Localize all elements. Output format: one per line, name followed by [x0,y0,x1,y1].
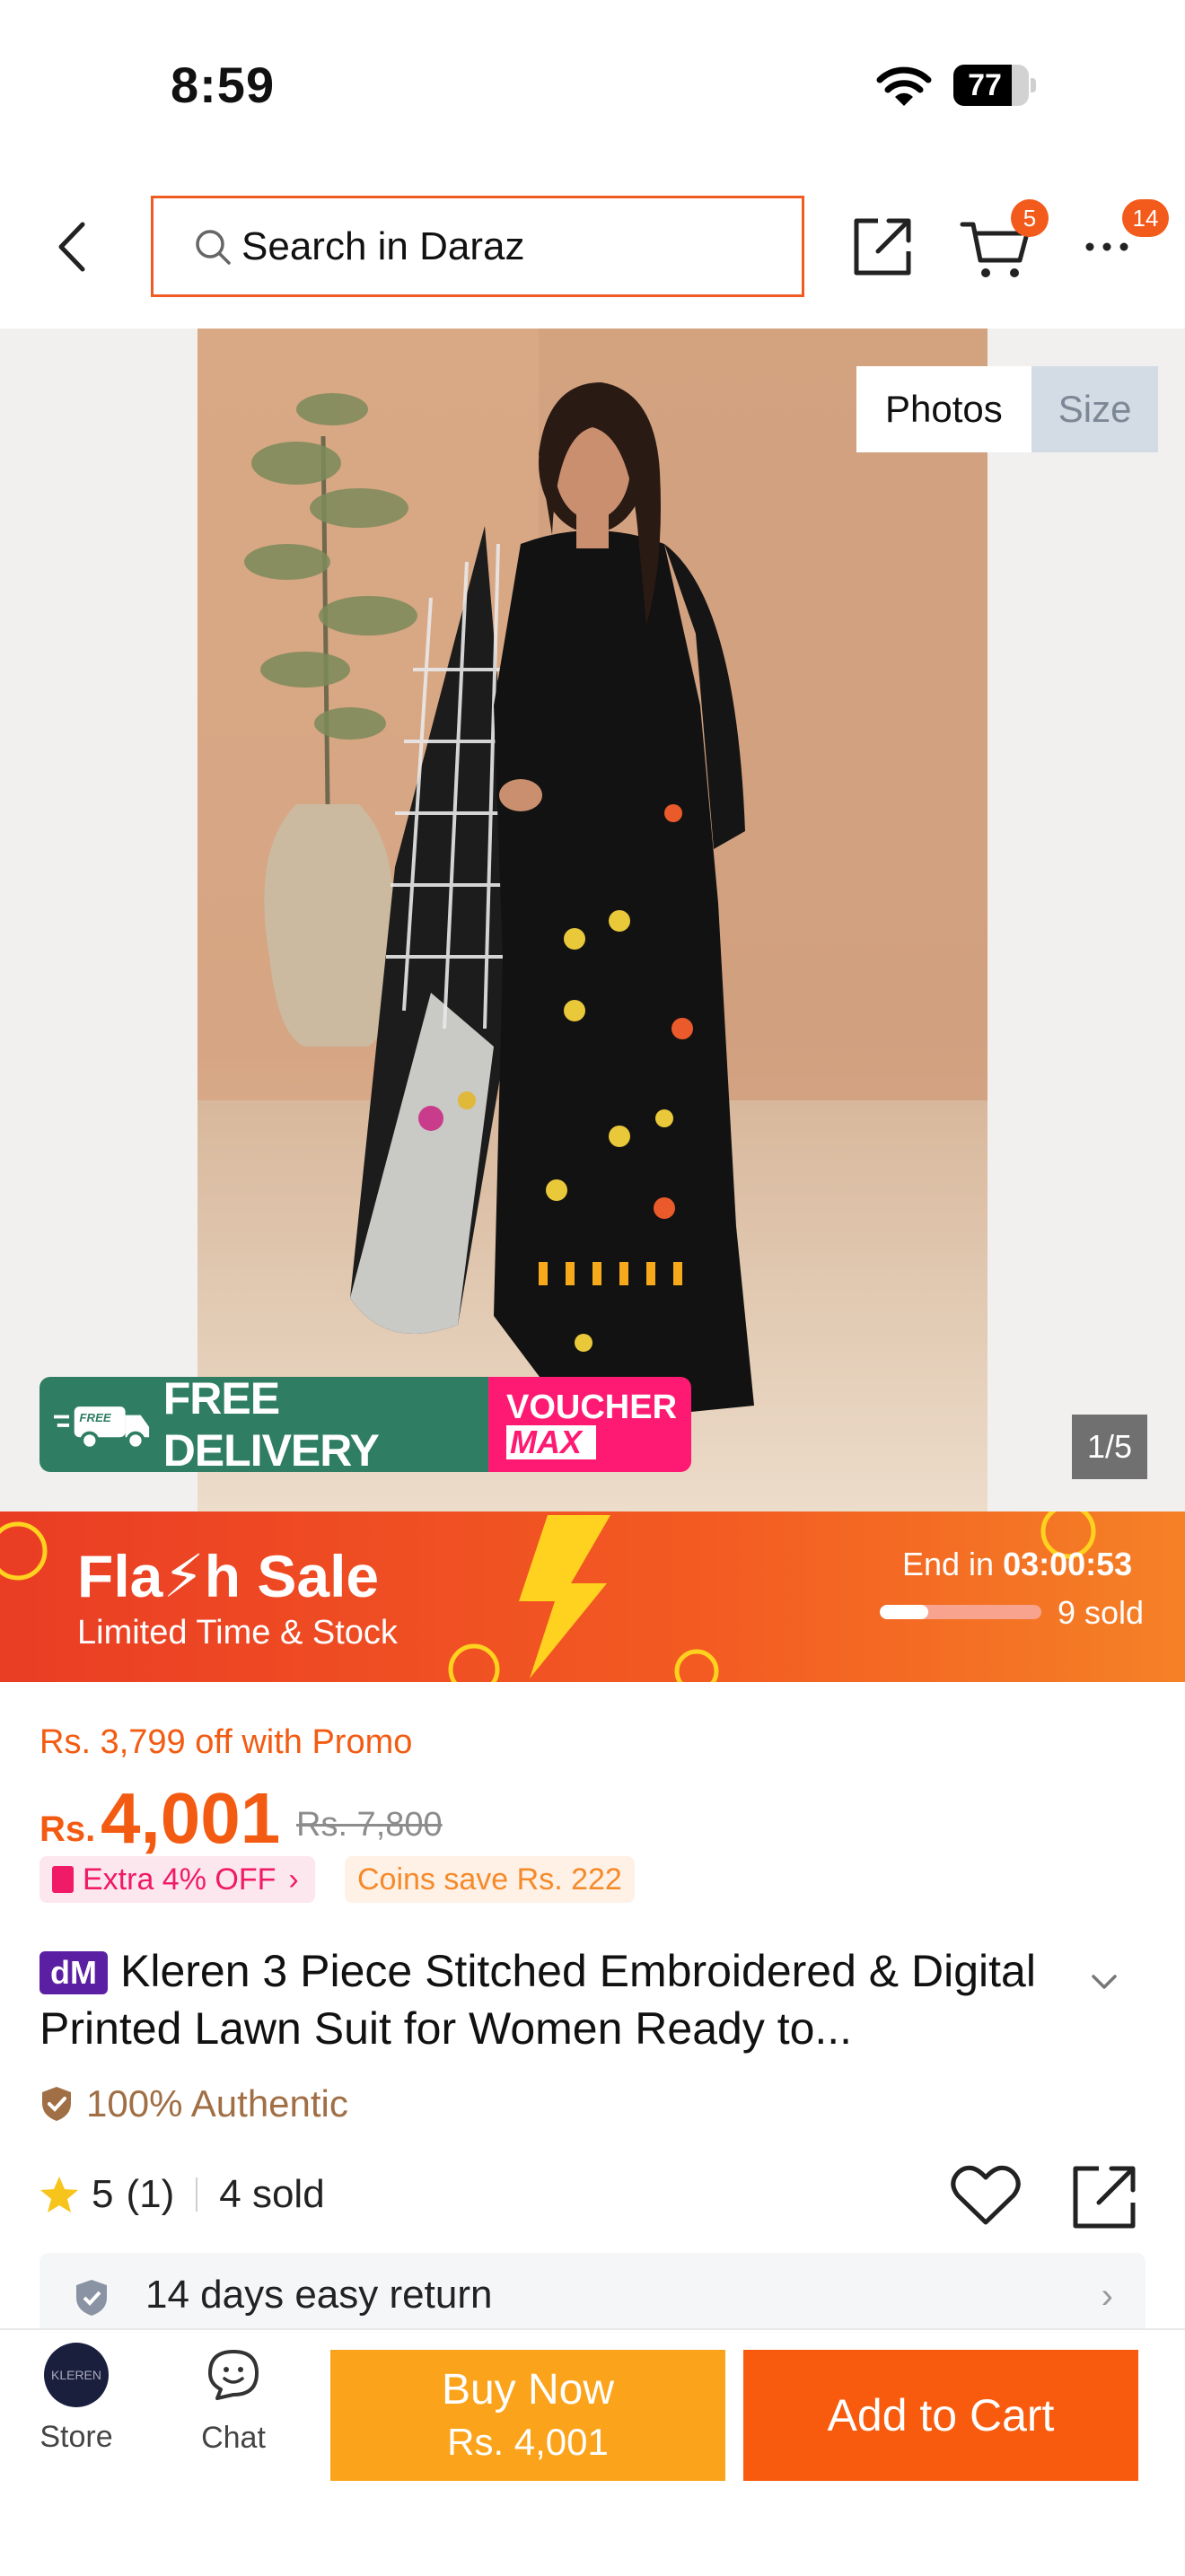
rating-row[interactable]: 5 (1) 4 sold [40,2172,325,2217]
promo-discount-text[interactable]: Rs. 3,799 off with Promo [40,1723,412,1762]
price-currency: Rs. [40,1809,96,1849]
tab-photos[interactable]: Photos [856,366,1031,452]
store-button[interactable]: KLEREN Store [25,2343,127,2477]
current-price: 4,001 [101,1778,281,1858]
truck-free-label: FREE [79,1411,111,1424]
delivery-truck-icon: FREE [54,1406,150,1450]
share-icon[interactable] [851,215,914,278]
back-button[interactable] [45,215,99,278]
sold-progress-bar [880,1605,1041,1619]
share-icon[interactable] [1070,2163,1138,2231]
store-avatar: KLEREN [44,2343,109,2407]
chevron-down-icon[interactable] [1088,1971,1120,1993]
product-image-gallery[interactable] [0,329,1185,1511]
free-delivery-voucher-banner: FREE FREE DELIVERY VOUCHER MAX [40,1377,691,1472]
store-label: Store [40,2420,113,2454]
brand-mall-badge: dM [40,1951,108,1994]
authentic-badge[interactable]: 100% Authentic [40,2082,348,2125]
buy-now-price: Rs. 4,001 [447,2421,609,2463]
sold-count: 4 sold [219,2172,325,2216]
buy-now-button[interactable]: Buy Now Rs. 4,001 [330,2350,725,2481]
cart-count-badge: 5 [1011,199,1049,237]
wifi-icon [876,66,932,106]
battery-level: 77 [968,68,1002,102]
chat-button[interactable]: Chat [187,2346,280,2477]
chat-icon [208,2350,259,2400]
flash-sold-count: 9 sold [1058,1594,1145,1631]
authentic-text: 100% Authentic [86,2082,348,2125]
shield-check-icon [42,2087,71,2121]
chevron-right-icon: › [1101,2276,1113,2316]
extra-off-text: Extra 4% OFF [83,1862,276,1897]
message-count-badge: 14 [1122,199,1169,237]
heart-icon[interactable] [950,2163,1022,2228]
shield-icon [76,2280,107,2316]
original-price: Rs. 7,800 [296,1806,443,1844]
tab-size[interactable]: Size [1031,366,1159,452]
coupon-icon [52,1866,74,1893]
status-time: 8:59 [171,57,276,113]
rating-value: 5 [92,2172,114,2216]
countdown-timer: 03:00:53 [1003,1546,1133,1582]
battery-icon: 77 [953,65,1036,106]
free-delivery-text: FREE DELIVERY [162,1377,380,1472]
product-photo [198,329,988,1511]
more-options-icon[interactable] [1083,235,1131,258]
search-input[interactable]: Search in Daraz [151,196,804,297]
search-placeholder: Search in Daraz [241,223,525,268]
coins-save-chip: Coins save Rs. 222 [345,1856,635,1903]
search-icon [196,229,231,265]
chat-label: Chat [201,2421,266,2455]
countdown-label: End in [902,1546,995,1582]
flash-sale-subtitle: Limited Time & Stock [77,1614,398,1652]
flash-sale-countdown: End in 03:00:53 [902,1546,1132,1583]
image-counter: 1/5 [1072,1415,1147,1479]
voucher-text: VOUCHER [506,1389,678,1426]
flash-sale-title: Fla⚡h Sale [77,1543,380,1609]
rating-count: (1) [126,2172,175,2216]
product-title: Kleren 3 Piece Stitched Embroidered & Di… [40,1946,1036,2054]
star-icon [40,2177,78,2212]
buy-now-label: Buy Now [441,2366,615,2414]
add-to-cart-button[interactable]: Add to Cart [743,2350,1138,2481]
voucher-max-text: MAX [506,1425,596,1459]
return-text: 14 days easy return [145,2273,493,2317]
gallery-tabs: Photos Size [856,366,1159,452]
chevron-right-icon: › [288,1862,299,1897]
extra-off-chip[interactable]: Extra 4% OFF › [40,1856,315,1903]
